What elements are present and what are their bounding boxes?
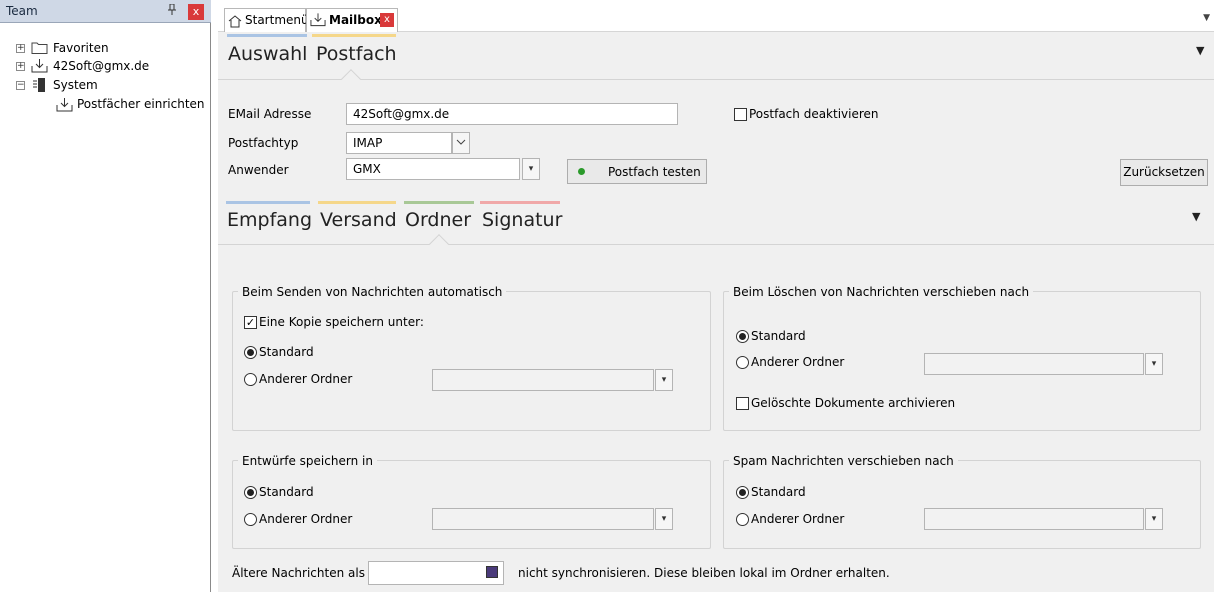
tab-mailbox[interactable]: Mailbox x (306, 8, 398, 32)
tab-empfang[interactable]: Empfang (227, 209, 312, 231)
tab-color-bar (227, 34, 307, 37)
tree-item-label: Postfächer einrichten (77, 97, 205, 111)
spam-group-title: Spam Nachrichten verschieben nach (729, 454, 958, 468)
reset-button[interactable]: Zurücksetzen (1120, 159, 1208, 186)
tab-color-bar (480, 201, 560, 204)
drafts-standard-radio[interactable] (244, 486, 257, 499)
inbox-icon (310, 12, 326, 34)
delete-other-label: Anderer Ordner (751, 355, 845, 369)
spam-group (723, 460, 1201, 549)
spam-standard-radio[interactable] (736, 486, 749, 499)
tab-color-bar (318, 201, 396, 204)
chevron-down-icon[interactable]: ▼ (1203, 13, 1210, 23)
send-group-title: Beim Senden von Nachrichten automatisch (238, 285, 507, 299)
archive-checkbox[interactable] (736, 397, 749, 410)
spam-folder-field[interactable] (924, 508, 1144, 530)
tab-close-button[interactable]: x (380, 13, 394, 27)
spam-standard-label: Standard (751, 485, 806, 499)
panel-close-button[interactable]: x (188, 4, 204, 20)
delete-group-title: Beim Löschen von Nachrichten verschieben… (729, 285, 1034, 299)
delete-folder-field[interactable] (924, 353, 1144, 375)
user-label: Anwender (228, 163, 289, 177)
email-field[interactable]: 42Soft@gmx.de (346, 103, 678, 125)
send-other-label: Anderer Ordner (259, 372, 353, 386)
chevron-down-icon[interactable]: ▼ (1196, 44, 1204, 57)
folder-icon (31, 41, 48, 55)
deactivate-checkbox[interactable] (734, 108, 747, 121)
tab-ordner[interactable]: Ordner (405, 209, 471, 231)
spam-other-radio[interactable] (736, 513, 749, 526)
archive-label: Gelöschte Dokumente archivieren (751, 396, 956, 410)
dropdown-button[interactable]: ▾ (1145, 508, 1163, 530)
send-standard-radio[interactable] (244, 346, 257, 359)
dropdown-button[interactable]: ▾ (655, 508, 673, 530)
divider (218, 244, 1214, 245)
user-select[interactable]: GMX (346, 158, 520, 180)
spam-other-label: Anderer Ordner (751, 512, 845, 526)
tab-color-bar (312, 34, 396, 37)
copy-checkbox[interactable]: ✓ (244, 316, 257, 329)
tab-postfach[interactable]: Postfach (316, 43, 397, 65)
deactivate-label: Postfach deaktivieren (749, 107, 879, 121)
tab-startmenu[interactable]: Startmenü (224, 8, 309, 35)
tab-versand[interactable]: Versand (320, 209, 397, 231)
drafts-group-title: Entwürfe speichern in (238, 454, 377, 468)
drafts-standard-label: Standard (259, 485, 314, 499)
inbox-icon (56, 97, 73, 112)
older-messages-suffix: nicht synchronisieren. Diese bleiben lok… (518, 566, 890, 580)
tree-item-label: 42Soft@gmx.de (53, 59, 150, 73)
tab-color-bar (404, 201, 474, 204)
send-group (232, 291, 711, 431)
expand-icon[interactable]: + (16, 62, 25, 71)
calendar-icon[interactable] (486, 566, 498, 578)
tab-color-bar (226, 201, 310, 204)
server-icon (33, 78, 49, 92)
delete-standard-radio[interactable] (736, 330, 749, 343)
pin-icon[interactable] (167, 3, 177, 19)
chevron-down-icon[interactable]: ▼ (1192, 210, 1200, 223)
send-standard-label: Standard (259, 345, 314, 359)
tab-signatur[interactable]: Signatur (482, 209, 562, 231)
expand-icon[interactable]: + (16, 44, 25, 53)
team-panel-title: Team (6, 4, 38, 18)
delete-other-radio[interactable] (736, 356, 749, 369)
collapse-icon[interactable]: − (16, 81, 25, 90)
drafts-group (232, 460, 711, 549)
send-other-radio[interactable] (244, 373, 257, 386)
dropdown-button[interactable]: ▾ (655, 369, 673, 391)
dropdown-button[interactable]: ▾ (1145, 353, 1163, 375)
status-dot-icon (578, 168, 585, 175)
copy-label: Eine Kopie speichern unter: (259, 315, 424, 329)
drafts-folder-field[interactable] (432, 508, 654, 530)
divider (218, 79, 1214, 80)
type-select[interactable]: IMAP (346, 132, 452, 154)
tab-label: Startmenü (245, 13, 309, 27)
tree-item-label: System (53, 78, 98, 92)
tab-auswahl[interactable]: Auswahl (228, 43, 307, 65)
test-mailbox-button[interactable]: Postfach testen (567, 159, 707, 184)
team-panel (0, 0, 211, 592)
inbox-icon (31, 58, 48, 73)
button-label: Postfach testen (608, 165, 701, 179)
send-folder-field[interactable] (432, 369, 654, 391)
drafts-other-label: Anderer Ordner (259, 512, 353, 526)
older-date-field[interactable] (368, 561, 504, 585)
tree-item-label: Favoriten (53, 41, 109, 55)
chevron-down-icon[interactable] (452, 132, 470, 154)
older-messages-label: Ältere Nachrichten als (232, 566, 365, 580)
type-label: Postfachtyp (228, 136, 299, 150)
delete-standard-label: Standard (751, 329, 806, 343)
home-icon (228, 13, 242, 35)
email-label: EMail Adresse (228, 107, 312, 121)
dropdown-button[interactable]: ▾ (522, 158, 540, 180)
drafts-other-radio[interactable] (244, 513, 257, 526)
tab-label: Mailbox (329, 13, 382, 27)
